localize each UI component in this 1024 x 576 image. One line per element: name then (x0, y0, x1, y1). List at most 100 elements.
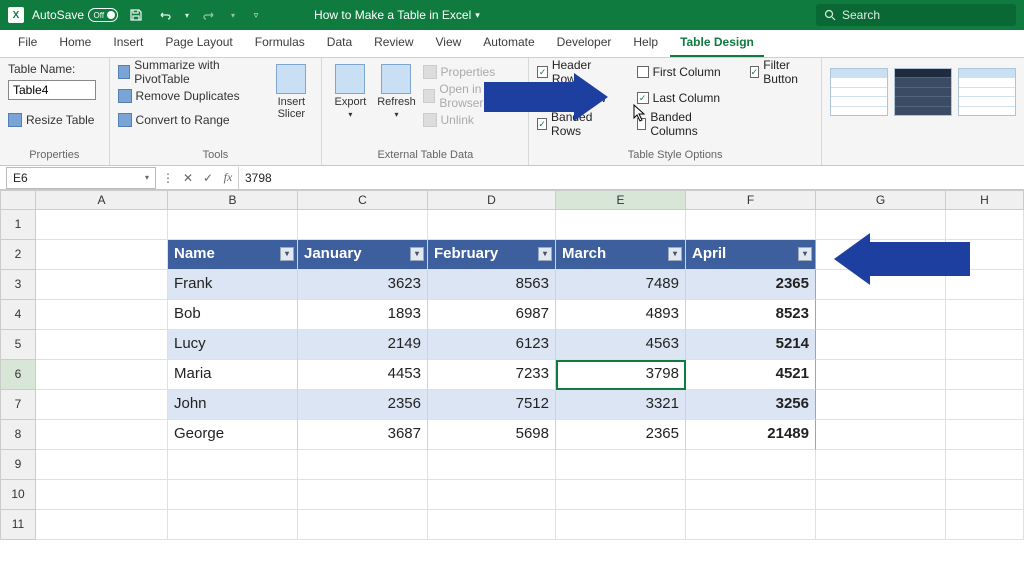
export-button[interactable]: Export▾ (330, 62, 370, 119)
refresh-button[interactable]: Refresh▾ (376, 62, 416, 119)
redo-dropdown-icon[interactable]: ▾ (228, 5, 238, 25)
row-header[interactable]: 6 (0, 360, 36, 390)
cell[interactable] (36, 510, 168, 540)
resize-table-button[interactable]: Resize Table (8, 110, 101, 130)
autosave-toggle[interactable]: AutoSave Off (32, 8, 118, 22)
search-box[interactable]: Search (816, 4, 1016, 26)
qat-more-icon[interactable]: ▿ (246, 5, 266, 25)
fx-icon[interactable]: fx (218, 170, 238, 185)
cell[interactable]: 8523 (686, 300, 816, 330)
cell[interactable]: 7233 (428, 360, 556, 390)
col-header[interactable]: F (686, 190, 816, 210)
col-header[interactable]: G (816, 190, 946, 210)
cell[interactable]: 5214 (686, 330, 816, 360)
save-icon[interactable] (126, 5, 146, 25)
cell[interactable] (168, 510, 298, 540)
cell[interactable]: 6987 (428, 300, 556, 330)
row-header[interactable]: 2 (0, 240, 36, 270)
cell[interactable] (428, 480, 556, 510)
row-header[interactable]: 10 (0, 480, 36, 510)
table-header[interactable]: January▾ (298, 240, 428, 270)
tab-data[interactable]: Data (317, 29, 362, 57)
cell[interactable] (946, 510, 1024, 540)
cell[interactable] (816, 330, 946, 360)
tab-review[interactable]: Review (364, 29, 423, 57)
cell[interactable] (36, 360, 168, 390)
cell[interactable]: 3623 (298, 270, 428, 300)
cell[interactable] (946, 330, 1024, 360)
filter-dropdown-icon[interactable]: ▾ (280, 247, 294, 261)
enter-icon[interactable]: ✓ (198, 171, 218, 185)
tab-table-design[interactable]: Table Design (670, 29, 764, 57)
cell[interactable]: 4893 (556, 300, 686, 330)
cell[interactable] (36, 210, 168, 240)
convert-to-range-button[interactable]: Convert to Range (118, 110, 264, 130)
cell[interactable] (168, 210, 298, 240)
cell[interactable]: Maria (168, 360, 298, 390)
tab-file[interactable]: File (8, 29, 47, 57)
worksheet[interactable]: A B C D E F G H 1 2 Name▾ January▾ Febru… (0, 190, 1024, 540)
col-header[interactable]: E (556, 190, 686, 210)
table-style-thumb[interactable] (894, 68, 952, 116)
last-column-checkbox[interactable]: ✓Last Column (637, 88, 722, 108)
cell[interactable]: 2149 (298, 330, 428, 360)
cell[interactable] (36, 300, 168, 330)
cell[interactable] (428, 510, 556, 540)
cell[interactable] (816, 300, 946, 330)
cell[interactable] (556, 210, 686, 240)
summarize-pivottable-button[interactable]: Summarize with PivotTable (118, 62, 264, 82)
tab-developer[interactable]: Developer (547, 29, 622, 57)
cell[interactable]: 7489 (556, 270, 686, 300)
cell[interactable] (36, 330, 168, 360)
remove-duplicates-button[interactable]: Remove Duplicates (118, 86, 264, 106)
col-header[interactable]: H (946, 190, 1024, 210)
cell-selected[interactable]: 3798 (556, 360, 686, 390)
name-box[interactable]: E6 ▾ (6, 167, 156, 189)
row-header[interactable]: 9 (0, 450, 36, 480)
redo-icon[interactable] (200, 5, 220, 25)
cell[interactable] (686, 510, 816, 540)
tab-page-layout[interactable]: Page Layout (155, 29, 242, 57)
cell[interactable]: 1893 (298, 300, 428, 330)
expand-fx-icon[interactable]: ⋮ (158, 171, 178, 185)
cell[interactable]: 6123 (428, 330, 556, 360)
row-header[interactable]: 1 (0, 210, 36, 240)
cell[interactable] (686, 450, 816, 480)
table-name-input[interactable] (8, 80, 96, 100)
cell[interactable] (686, 480, 816, 510)
table-style-thumb[interactable] (830, 68, 888, 116)
cell[interactable]: 4521 (686, 360, 816, 390)
cell[interactable] (428, 450, 556, 480)
cell[interactable]: Bob (168, 300, 298, 330)
cell[interactable] (298, 210, 428, 240)
cell[interactable] (428, 210, 556, 240)
tab-help[interactable]: Help (623, 29, 668, 57)
cell[interactable] (298, 510, 428, 540)
cell[interactable] (556, 450, 686, 480)
table-header[interactable]: February▾ (428, 240, 556, 270)
undo-icon[interactable] (154, 5, 174, 25)
cell[interactable] (36, 420, 168, 450)
cancel-icon[interactable]: ✕ (178, 171, 198, 185)
select-all-corner[interactable] (0, 190, 36, 210)
table-header[interactable]: April▾ (686, 240, 816, 270)
cell[interactable] (816, 450, 946, 480)
table-header[interactable]: March▾ (556, 240, 686, 270)
cell[interactable] (168, 480, 298, 510)
insert-slicer-button[interactable]: Insert Slicer (269, 62, 313, 120)
cell[interactable] (298, 480, 428, 510)
cell[interactable]: 4563 (556, 330, 686, 360)
filter-dropdown-icon[interactable]: ▾ (668, 247, 682, 261)
cell[interactable] (36, 240, 168, 270)
first-column-checkbox[interactable]: First Column (637, 62, 722, 82)
col-header[interactable]: A (36, 190, 168, 210)
tab-automate[interactable]: Automate (473, 29, 544, 57)
cell[interactable] (36, 270, 168, 300)
cell[interactable]: 2356 (298, 390, 428, 420)
cell[interactable] (816, 360, 946, 390)
cell[interactable] (168, 450, 298, 480)
col-header[interactable]: B (168, 190, 298, 210)
cell[interactable]: 3256 (686, 390, 816, 420)
cell[interactable] (36, 480, 168, 510)
cell[interactable] (816, 390, 946, 420)
